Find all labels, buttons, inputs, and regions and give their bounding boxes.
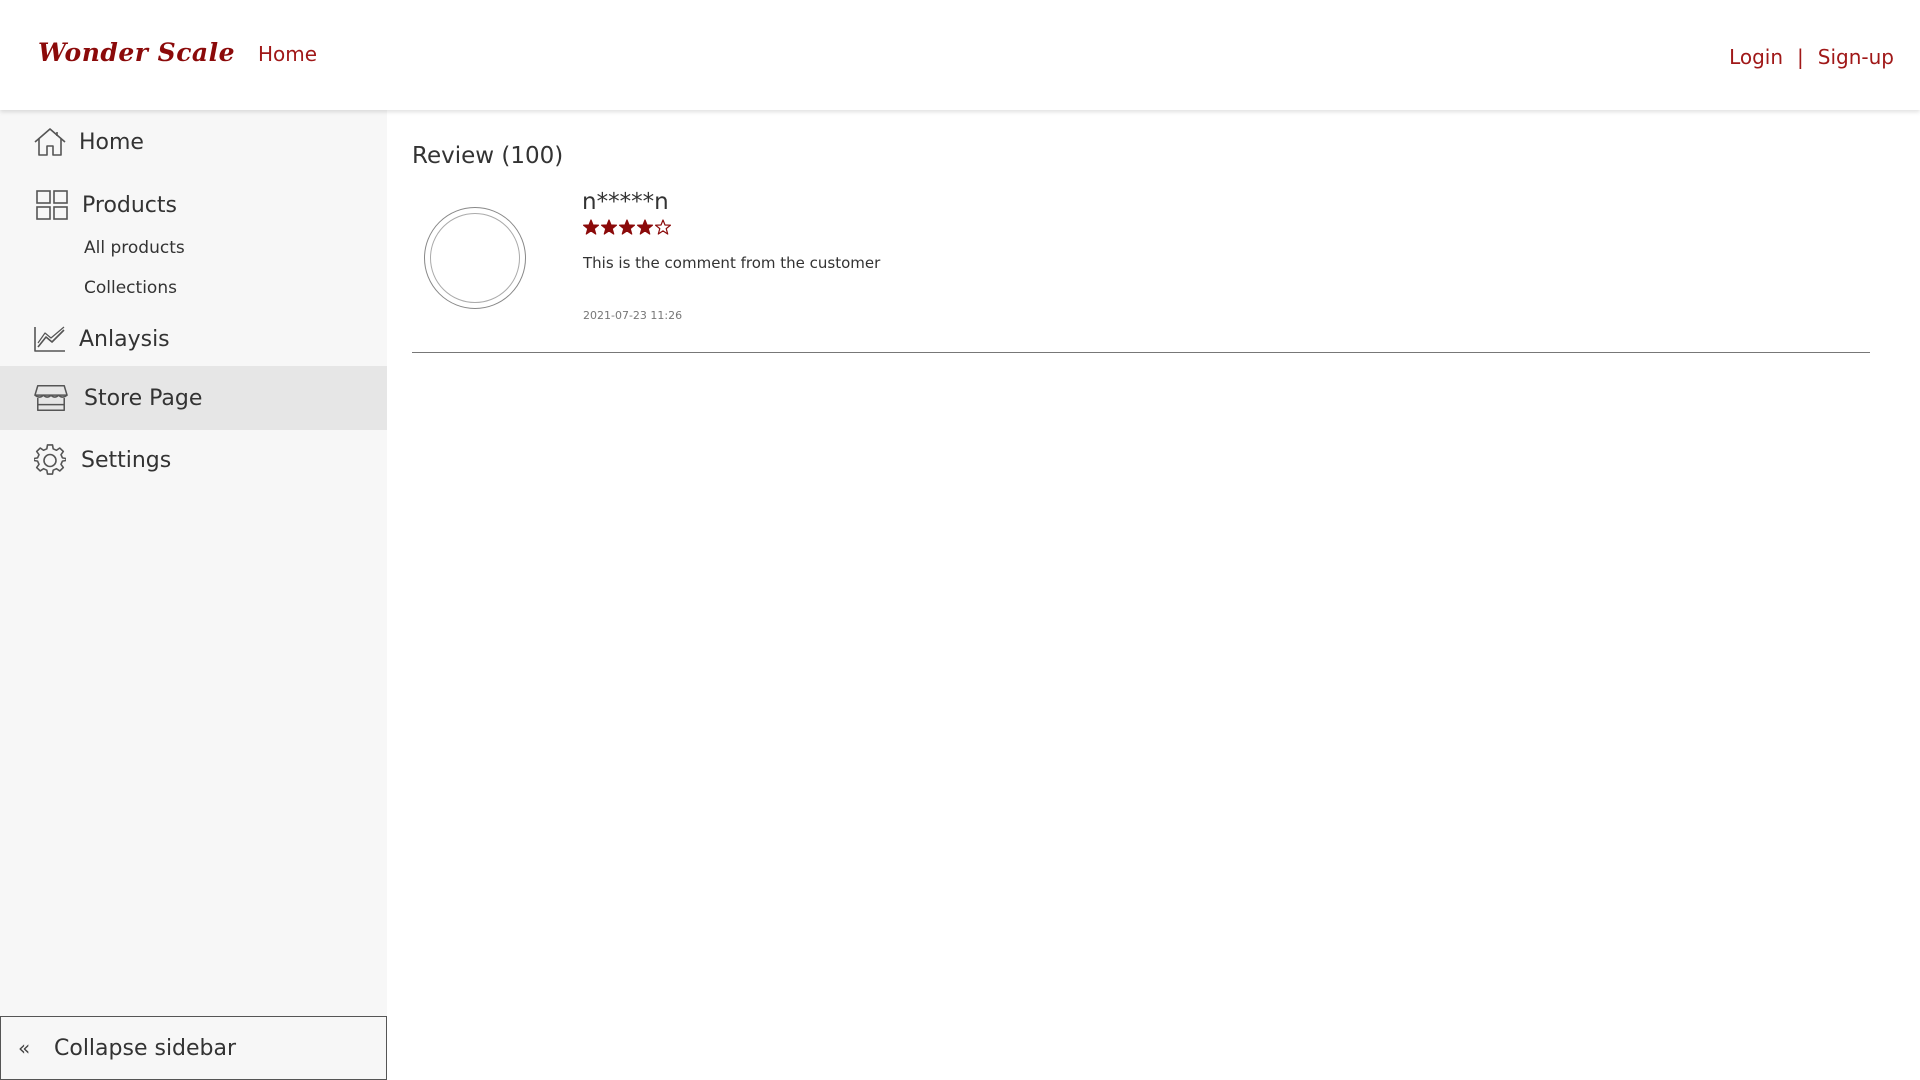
auth-separator: | [1797,45,1804,69]
reviewer-name: n*****n [582,189,669,215]
sidebar-subitem-all-products[interactable]: All products [84,238,185,258]
brand-logo[interactable]: Wonder Scale [38,38,235,67]
star-filled-icon [601,219,617,235]
sidebar-item-label: Home [79,129,144,155]
review-divider [412,352,1870,353]
store-icon [34,381,68,415]
review-comment: This is the comment from the customer [583,254,881,272]
star-filled-icon [637,219,653,235]
sidebar-item-products[interactable]: Products [0,173,387,237]
sidebar-item-store-page[interactable]: Store Page [0,366,387,430]
sidebar-subitem-collections[interactable]: Collections [84,278,177,298]
sidebar-item-label: Products [82,192,177,218]
nav-home-link[interactable]: Home [258,42,317,66]
avatar [424,207,526,309]
auth-links: Login | Sign-up [1729,45,1894,69]
sidebar-item-label: Store Page [84,385,203,411]
sidebar: Home Products All products Collections A… [0,110,387,1080]
sidebar-item-label: Anlaysis [79,326,170,352]
review-timestamp: 2021-07-23 11:26 [583,309,683,322]
star-rating [583,219,671,235]
home-icon [33,125,67,159]
login-link[interactable]: Login [1729,45,1783,69]
top-header: Wonder Scale Home Login | Sign-up [0,0,1920,110]
sidebar-item-analysis[interactable]: Anlaysis [0,307,387,371]
sidebar-item-label: Settings [81,447,172,473]
review-title: Review (100) [412,143,564,169]
chart-line-icon [33,322,67,356]
collapse-sidebar-button[interactable]: « Collapse sidebar [0,1016,387,1080]
grid-icon [35,188,69,222]
double-chevron-left-icon: « [18,1036,31,1060]
star-outline-icon [655,219,671,235]
sidebar-item-home[interactable]: Home [0,110,387,174]
collapse-sidebar-label: Collapse sidebar [54,1035,237,1061]
main-content: Review (100) n*****n This is the comment… [387,110,1920,1080]
sidebar-item-settings[interactable]: Settings [0,428,387,492]
star-filled-icon [583,219,599,235]
gear-icon [33,443,67,477]
star-filled-icon [619,219,635,235]
signup-link[interactable]: Sign-up [1818,45,1894,69]
avatar-inner-ring [430,213,520,303]
